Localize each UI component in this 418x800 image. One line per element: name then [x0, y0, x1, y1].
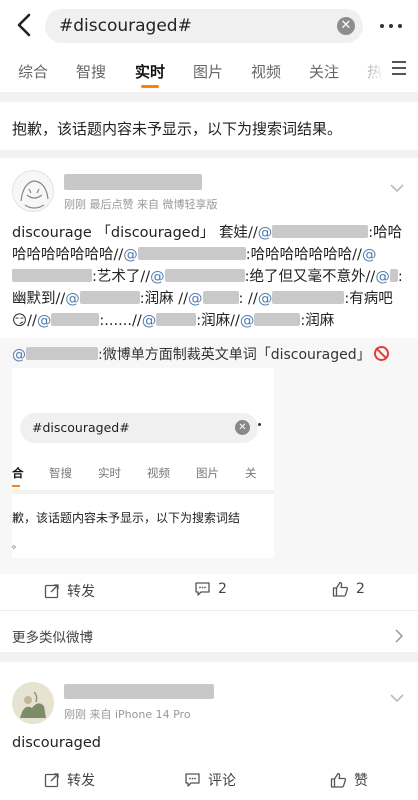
- notice-text: 抱歉，该话题内容未予显示，以下为搜索词结果。: [12, 120, 343, 138]
- back-arrow-icon[interactable]: [10, 10, 40, 40]
- top-bar: #discouraged# ✕: [0, 0, 418, 52]
- like-button[interactable]: 2: [332, 581, 365, 597]
- comment-icon: [185, 773, 200, 787]
- post-actions: 转发 2 2: [0, 571, 418, 611]
- embedded-search-bar: #discouraged# ✕: [20, 413, 258, 443]
- tab-comprehensive[interactable]: 综合: [18, 61, 48, 82]
- clear-icon: ✕: [235, 420, 250, 435]
- search-input[interactable]: #discouraged# ✕: [45, 9, 363, 43]
- category-tabs: 综合 智搜 实时 图片 视频 关注 热: [0, 52, 418, 92]
- post-actions: 转发 评论 赞: [0, 760, 418, 800]
- chevron-down-icon[interactable]: [390, 688, 404, 703]
- post-card[interactable]: 刚刚 最后点赞 来自 微博轻享版 discourage 「discouraged…: [0, 158, 418, 652]
- mention-link[interactable]: @: [65, 291, 80, 307]
- mention-link[interactable]: @: [362, 247, 377, 263]
- mention-link[interactable]: @: [142, 313, 157, 329]
- comment-button[interactable]: 2: [194, 581, 227, 597]
- post-text: discourage 「discouraged」 套娃//@:哈哈哈哈哈哈哈哈哈…: [12, 225, 403, 329]
- embedded-tabs: 合 智搜 实时 视频 图片 关: [12, 457, 274, 487]
- avatar[interactable]: [12, 170, 54, 212]
- more-icon[interactable]: [380, 14, 404, 38]
- smirk-emoji-icon: 😏: [12, 313, 28, 329]
- comment-button[interactable]: 评论: [184, 770, 236, 790]
- repost-button[interactable]: 转发: [44, 770, 95, 790]
- post-card[interactable]: 刚刚 来自 iPhone 14 Pro discouraged 转发 评论 赞: [0, 662, 418, 800]
- tab-following[interactable]: 关注: [309, 61, 339, 82]
- prohibited-icon: [373, 346, 389, 361]
- tab-menu-icon[interactable]: [392, 61, 410, 77]
- username-redacted[interactable]: [64, 684, 214, 699]
- search-query[interactable]: #discouraged#: [59, 16, 192, 36]
- mention-link[interactable]: @: [258, 291, 273, 307]
- hidden-topic-notice: 抱歉，该话题内容未予显示，以下为搜索词结果。: [0, 102, 418, 150]
- chevron-down-icon[interactable]: [390, 178, 404, 193]
- clear-search-icon[interactable]: ✕: [337, 17, 355, 35]
- tab-videos[interactable]: 视频: [251, 61, 281, 82]
- post-meta: 刚刚 来自 iPhone 14 Pro: [64, 708, 191, 721]
- like-button[interactable]: 赞: [330, 770, 368, 790]
- mention-link[interactable]: @: [150, 269, 165, 285]
- tab-realtime[interactable]: 实时: [135, 61, 165, 82]
- mention-link[interactable]: @: [375, 269, 390, 285]
- mention-link[interactable]: @: [37, 313, 52, 329]
- mention-link[interactable]: @: [258, 225, 273, 241]
- embedded-screenshot[interactable]: #discouraged# ✕ 合 智搜 实时 视频 图片 关 歉，该话题内容未…: [12, 368, 274, 558]
- thumbs-up-icon: [330, 772, 347, 788]
- embedded-notice: 歉，该话题内容未予显示，以下为搜索词结: [12, 511, 241, 525]
- chevron-right-icon[interactable]: [394, 628, 404, 643]
- mention-link[interactable]: @: [123, 247, 138, 263]
- repost-icon: [44, 584, 59, 599]
- tab-smart-search[interactable]: 智搜: [76, 61, 106, 82]
- mention-link[interactable]: @: [12, 347, 26, 363]
- more-similar-link[interactable]: 更多类似微博: [12, 626, 93, 646]
- mention-link[interactable]: @: [240, 313, 255, 329]
- post-meta: 刚刚 最后点赞 来自 微博轻享版: [64, 198, 218, 211]
- repost-icon: [44, 773, 59, 788]
- repost-button[interactable]: 转发: [44, 581, 95, 601]
- active-tab-indicator: [141, 85, 159, 88]
- reposted-text: @:微博单方面制裁英文单词「discouraged」: [12, 344, 389, 364]
- comment-icon: [195, 582, 210, 596]
- post-text: discouraged: [12, 735, 101, 751]
- avatar[interactable]: [12, 682, 54, 724]
- thumbs-up-icon: [332, 581, 349, 597]
- username-redacted[interactable]: [64, 174, 202, 190]
- tab-images[interactable]: 图片: [193, 61, 223, 82]
- mention-link[interactable]: @: [188, 291, 203, 307]
